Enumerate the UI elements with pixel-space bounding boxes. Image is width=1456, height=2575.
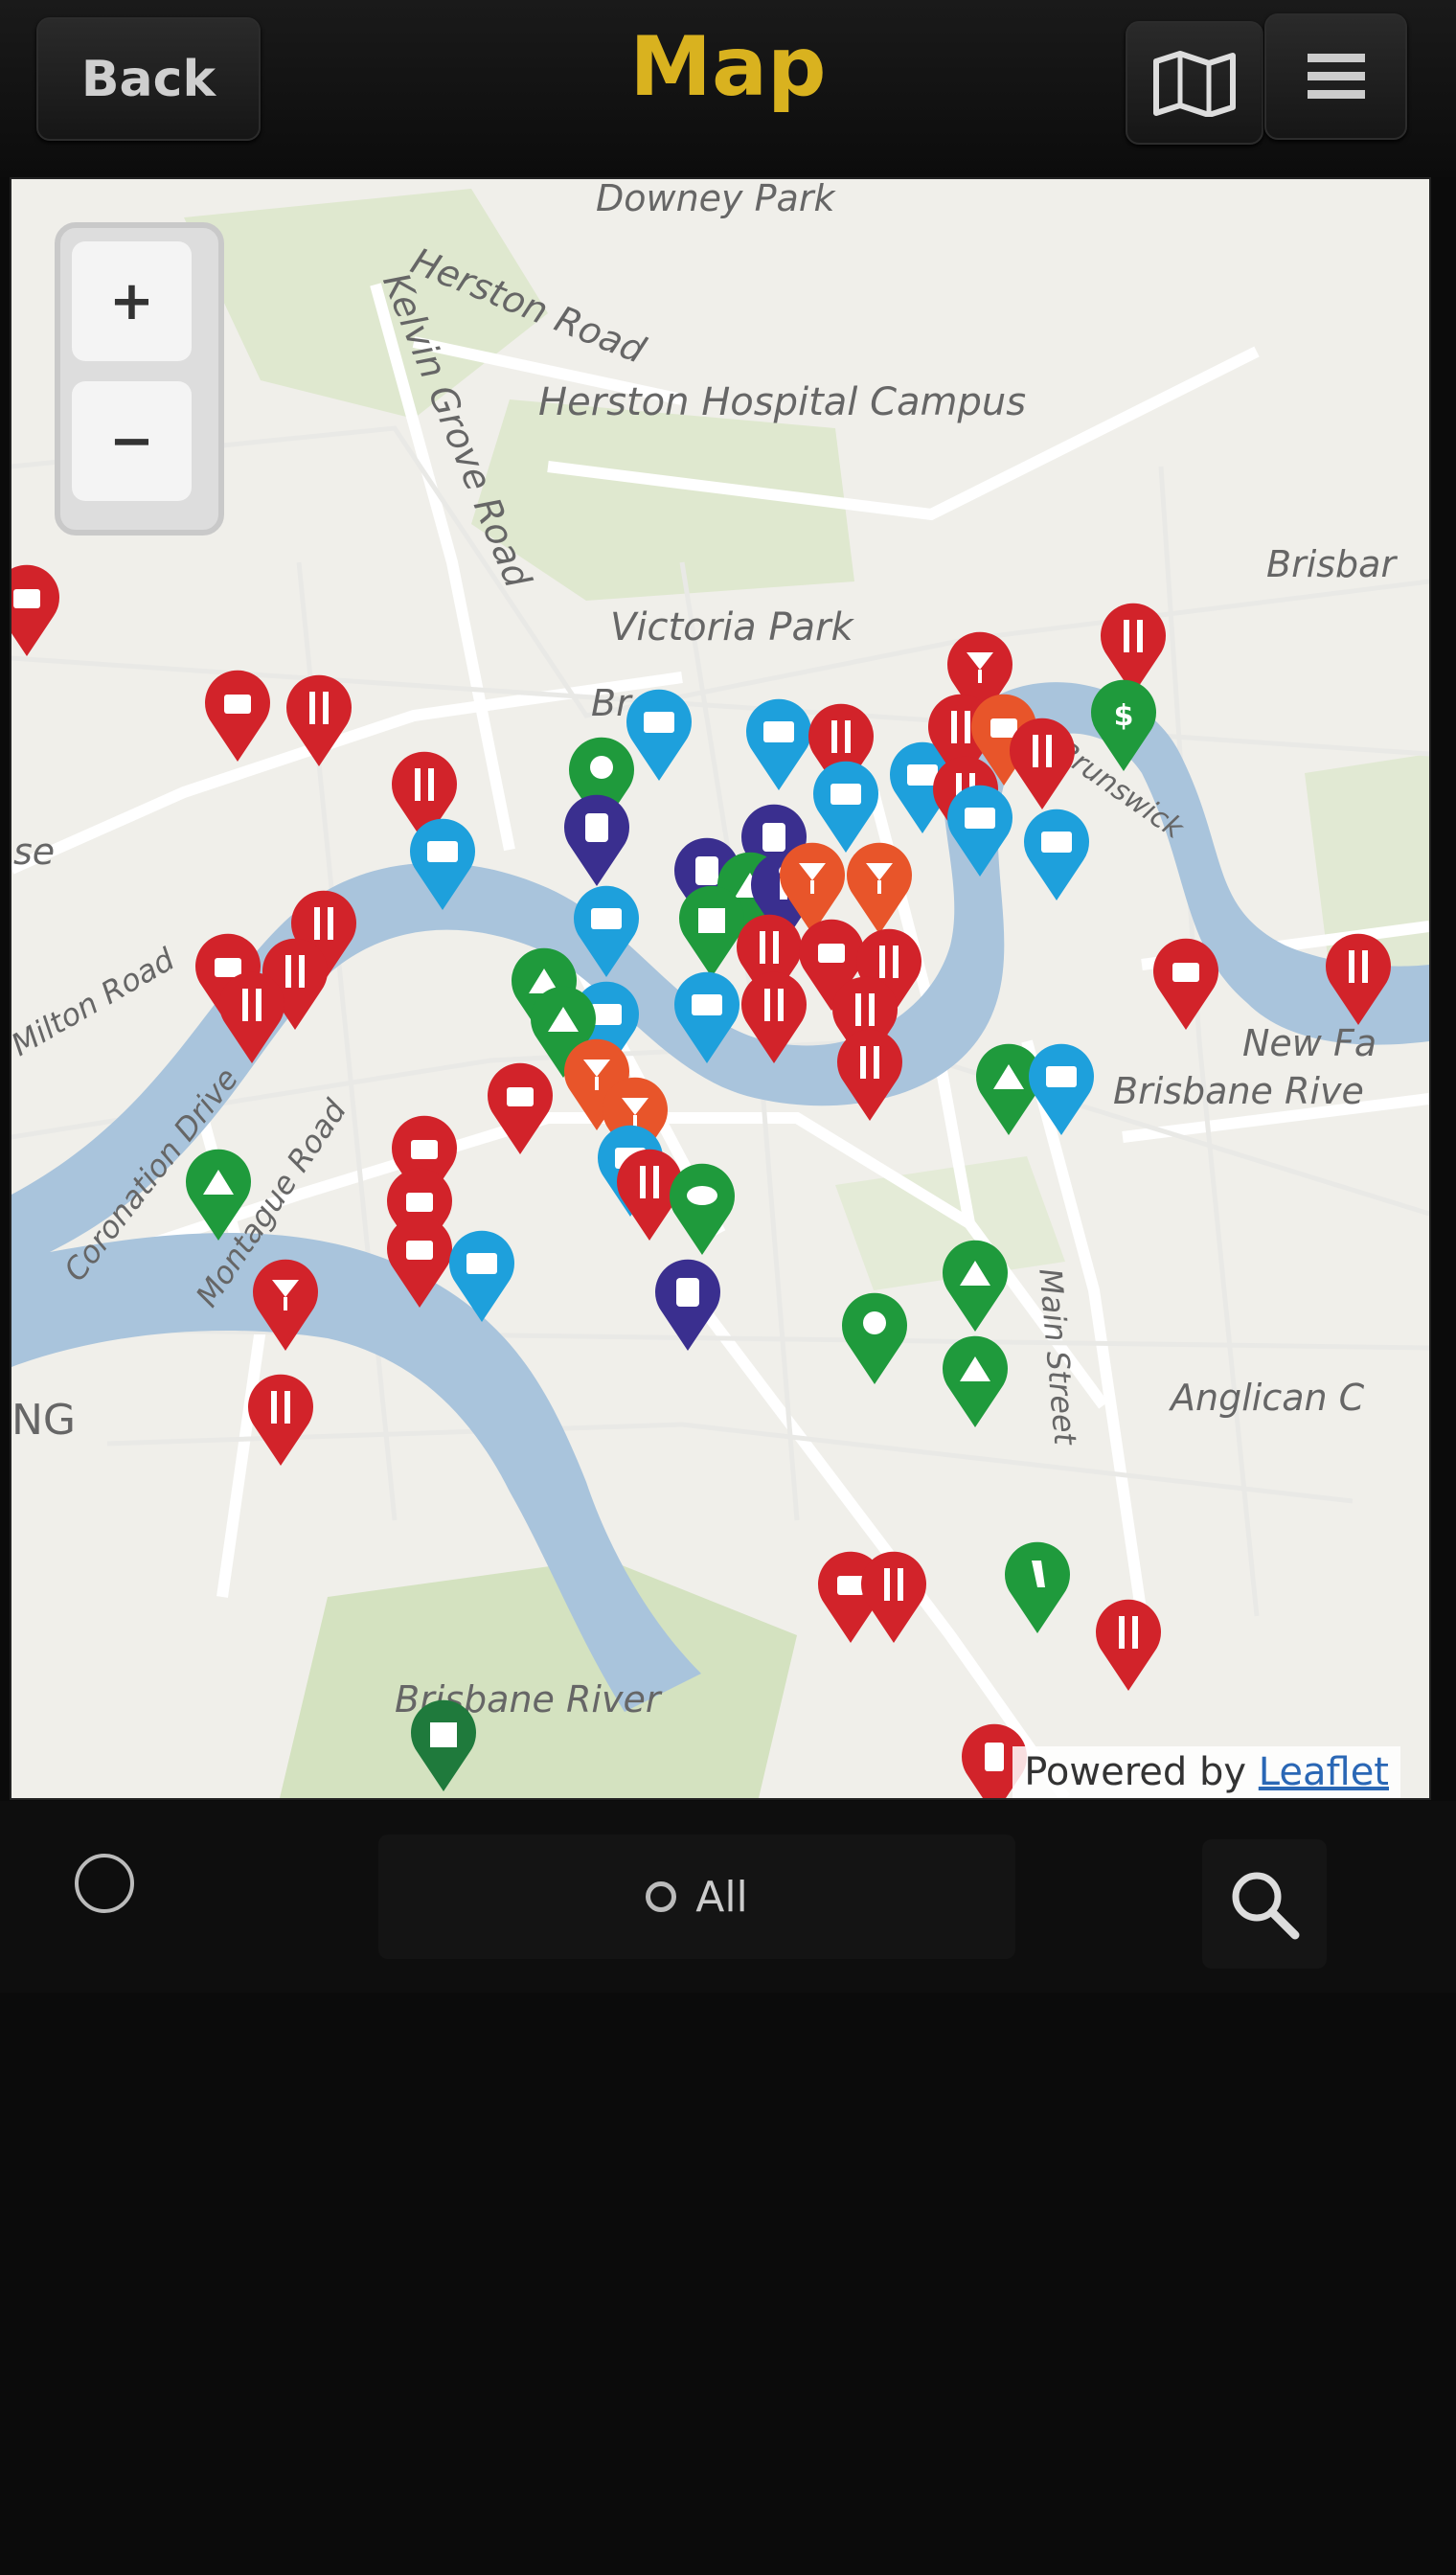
map-label: Brisbane Rive <box>1113 1070 1364 1112</box>
attraction-marker-icon[interactable] <box>184 1147 253 1242</box>
restaurant-marker-icon[interactable] <box>1324 931 1393 1027</box>
train-marker-icon[interactable] <box>653 1257 722 1353</box>
category-filter[interactable]: All <box>378 1834 1015 1959</box>
map-label: Downey Park <box>596 177 835 219</box>
attribution-text: Powered by <box>1024 1750 1259 1794</box>
search-icon <box>1232 1872 1300 1939</box>
restaurant-marker-icon[interactable] <box>1094 1597 1163 1693</box>
bus-marker-icon[interactable] <box>625 687 694 783</box>
restaurant-marker-icon[interactable] <box>1008 716 1077 811</box>
map-view[interactable]: + − Downey Park Herston Road Kelvin Grov… <box>10 177 1431 1800</box>
bus-marker-icon[interactable] <box>744 696 813 792</box>
map-view-button[interactable] <box>1126 21 1263 145</box>
map-label: NG <box>11 1396 77 1445</box>
map-label: Herston Hospital Campus <box>538 380 1027 424</box>
bus-marker-icon[interactable] <box>1027 1041 1096 1137</box>
cafe-marker-icon[interactable] <box>10 562 61 658</box>
restaurant-marker-icon[interactable] <box>739 969 808 1065</box>
museum-marker-icon[interactable] <box>409 1698 478 1793</box>
cafe-marker-icon[interactable] <box>385 1214 454 1310</box>
shopping-marker-icon[interactable]: $ <box>1089 677 1158 773</box>
back-label: Back <box>80 50 216 108</box>
map-label: Victoria Park <box>610 605 853 649</box>
restaurant-marker-icon[interactable] <box>859 1549 928 1645</box>
park-marker-icon[interactable] <box>840 1290 909 1386</box>
radio-icon <box>646 1881 677 1912</box>
bus-marker-icon[interactable] <box>404 816 481 912</box>
map-icon <box>1153 50 1236 117</box>
leaflet-link[interactable]: Leaflet <box>1259 1750 1389 1794</box>
restaurant-marker-icon[interactable] <box>284 672 353 768</box>
page-title: Map <box>629 19 827 115</box>
zoom-in-button[interactable]: + <box>72 241 192 361</box>
locate-icon[interactable] <box>75 1854 134 1913</box>
map-attribution: Powered by Leaflet <box>1012 1746 1400 1798</box>
attraction-marker-icon[interactable] <box>941 1238 1010 1333</box>
bar-marker-icon[interactable] <box>251 1257 320 1353</box>
back-button[interactable]: Back <box>36 17 261 141</box>
search-button[interactable] <box>1202 1839 1327 1969</box>
bus-marker-icon[interactable] <box>447 1228 516 1324</box>
cafe-marker-icon[interactable] <box>203 668 272 763</box>
bus-marker-icon[interactable] <box>572 883 641 979</box>
menu-button[interactable] <box>1264 13 1407 140</box>
restaurant-marker-icon[interactable] <box>835 1027 904 1123</box>
bus-marker-icon[interactable] <box>1022 807 1091 902</box>
cafe-marker-icon[interactable] <box>1151 936 1220 1032</box>
menu-icon <box>1307 54 1365 99</box>
restaurant-marker-icon[interactable] <box>217 969 286 1065</box>
attraction-marker-icon[interactable] <box>941 1333 1010 1429</box>
restaurant-marker-icon[interactable] <box>246 1372 315 1468</box>
map-label: se <box>13 831 56 873</box>
map-label: Anglican C <box>1171 1377 1365 1419</box>
top-bar: Back Map <box>0 0 1456 177</box>
svg-text:$: $ <box>1114 699 1134 733</box>
zoom-out-button[interactable]: − <box>72 381 192 501</box>
map-label: Brisbar <box>1266 543 1397 585</box>
train-marker-icon[interactable] <box>562 792 631 888</box>
zoom-control: + − <box>55 222 224 536</box>
map-label: New Fa <box>1242 1022 1377 1064</box>
filter-label: All <box>695 1872 748 1922</box>
bus-marker-icon[interactable] <box>672 969 741 1065</box>
viewpoint-marker-icon[interactable] <box>668 1161 737 1257</box>
walk-marker-icon[interactable] <box>1003 1539 1072 1635</box>
bus-marker-icon[interactable] <box>945 783 1014 878</box>
